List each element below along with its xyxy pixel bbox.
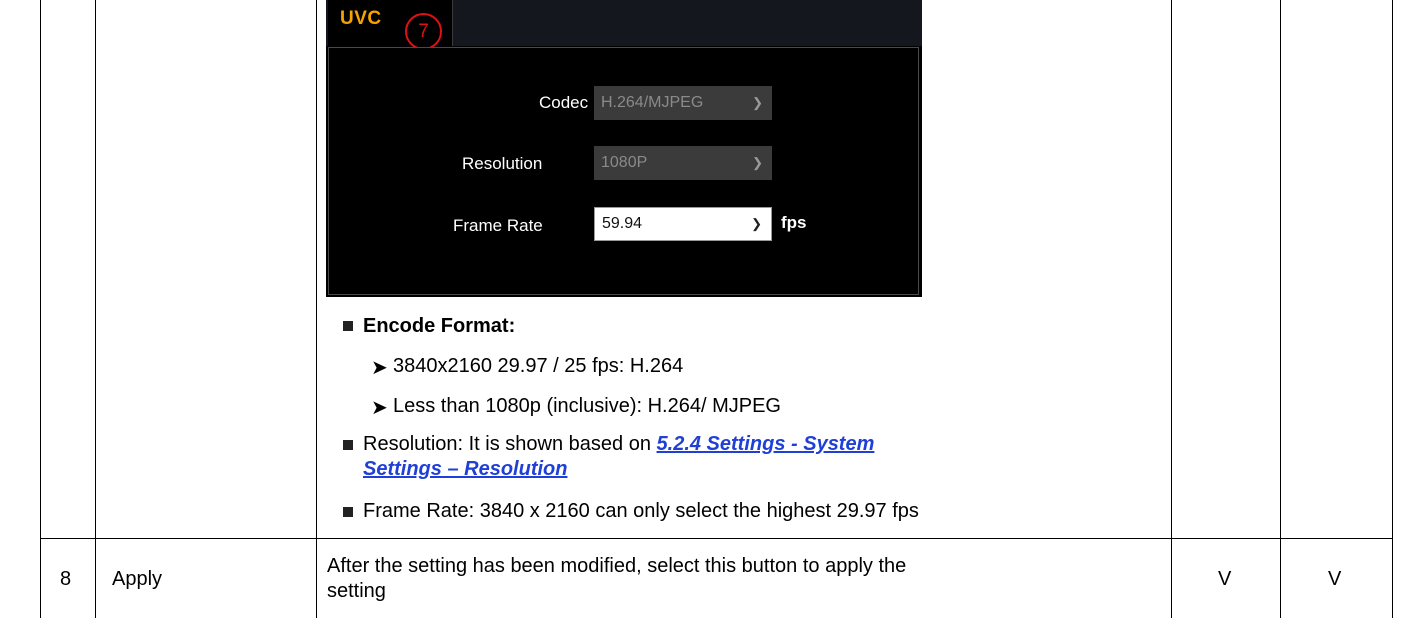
tab-uvc[interactable]: UVC 7	[328, 0, 453, 50]
col5-mark: V	[1328, 568, 1342, 590]
codec-select: H.264/MJPEG ❯	[594, 86, 772, 120]
chevron-down-icon: ❯	[752, 155, 763, 170]
chevron-down-icon: ❯	[751, 216, 762, 231]
resolution-label: Resolution	[462, 154, 543, 173]
chevron-down-icon: ❯	[752, 95, 763, 110]
table-col-divider-4	[1280, 0, 1281, 618]
resolution-note-text: Resolution: It is shown based on	[363, 433, 657, 455]
bullet-square	[343, 440, 353, 450]
table-col-divider-2	[316, 0, 317, 618]
frame-rate-unit: fps	[781, 213, 807, 232]
uvc-settings-panel: UVC 7 Codec H.264/MJPEG ❯ Resolution 108…	[326, 0, 922, 297]
table-col-divider-3	[1171, 0, 1172, 618]
table-border-right	[1392, 0, 1393, 618]
uvc-tab-bar: UVC 7	[326, 0, 922, 50]
item-name: Apply	[112, 568, 163, 590]
codec-value: H.264/MJPEG	[601, 94, 704, 111]
table-border-left	[40, 0, 41, 618]
row-number: 8	[60, 568, 72, 590]
codec-label: Codec	[539, 93, 589, 112]
item-description-cont: setting	[327, 580, 386, 602]
resolution-note: Resolution: It is shown based on 5.2.4 S…	[363, 433, 874, 456]
resolution-link-line2[interactable]: Settings – Resolution	[363, 458, 567, 481]
frame-rate-note: Frame Rate: 3840 x 2160 can only select …	[363, 500, 919, 522]
table-col-divider-1	[95, 0, 96, 618]
encode-item: Less than 1080p (inclusive): H.264/ MJPE…	[393, 395, 781, 417]
uvc-form: Codec H.264/MJPEG ❯ Resolution 1080P ❯ F…	[328, 47, 919, 295]
resolution-value: 1080P	[601, 154, 648, 171]
encode-item: 3840x2160 29.97 / 25 fps: H.264	[393, 355, 684, 377]
resolution-link-line1[interactable]: 5.2.4 Settings - System	[657, 433, 875, 455]
callout-number-badge: 7	[405, 13, 442, 50]
frame-rate-label: Frame Rate	[453, 216, 543, 235]
arrow-bullet-icon: ➤	[371, 397, 388, 419]
bullet-square	[343, 321, 353, 331]
frame-rate-select[interactable]: 59.94 ❯	[594, 207, 772, 241]
item-description: After the setting has been modified, sel…	[327, 555, 907, 577]
bullet-square	[343, 507, 353, 517]
frame-rate-value: 59.94	[602, 215, 643, 232]
col4-mark: V	[1218, 568, 1232, 590]
resolution-select: 1080P ❯	[594, 146, 772, 180]
table-row-divider	[40, 538, 1393, 539]
encode-format-heading: Encode Format:	[363, 315, 516, 337]
tab-uvc-label: UVC	[340, 8, 382, 29]
arrow-bullet-icon: ➤	[371, 357, 388, 379]
